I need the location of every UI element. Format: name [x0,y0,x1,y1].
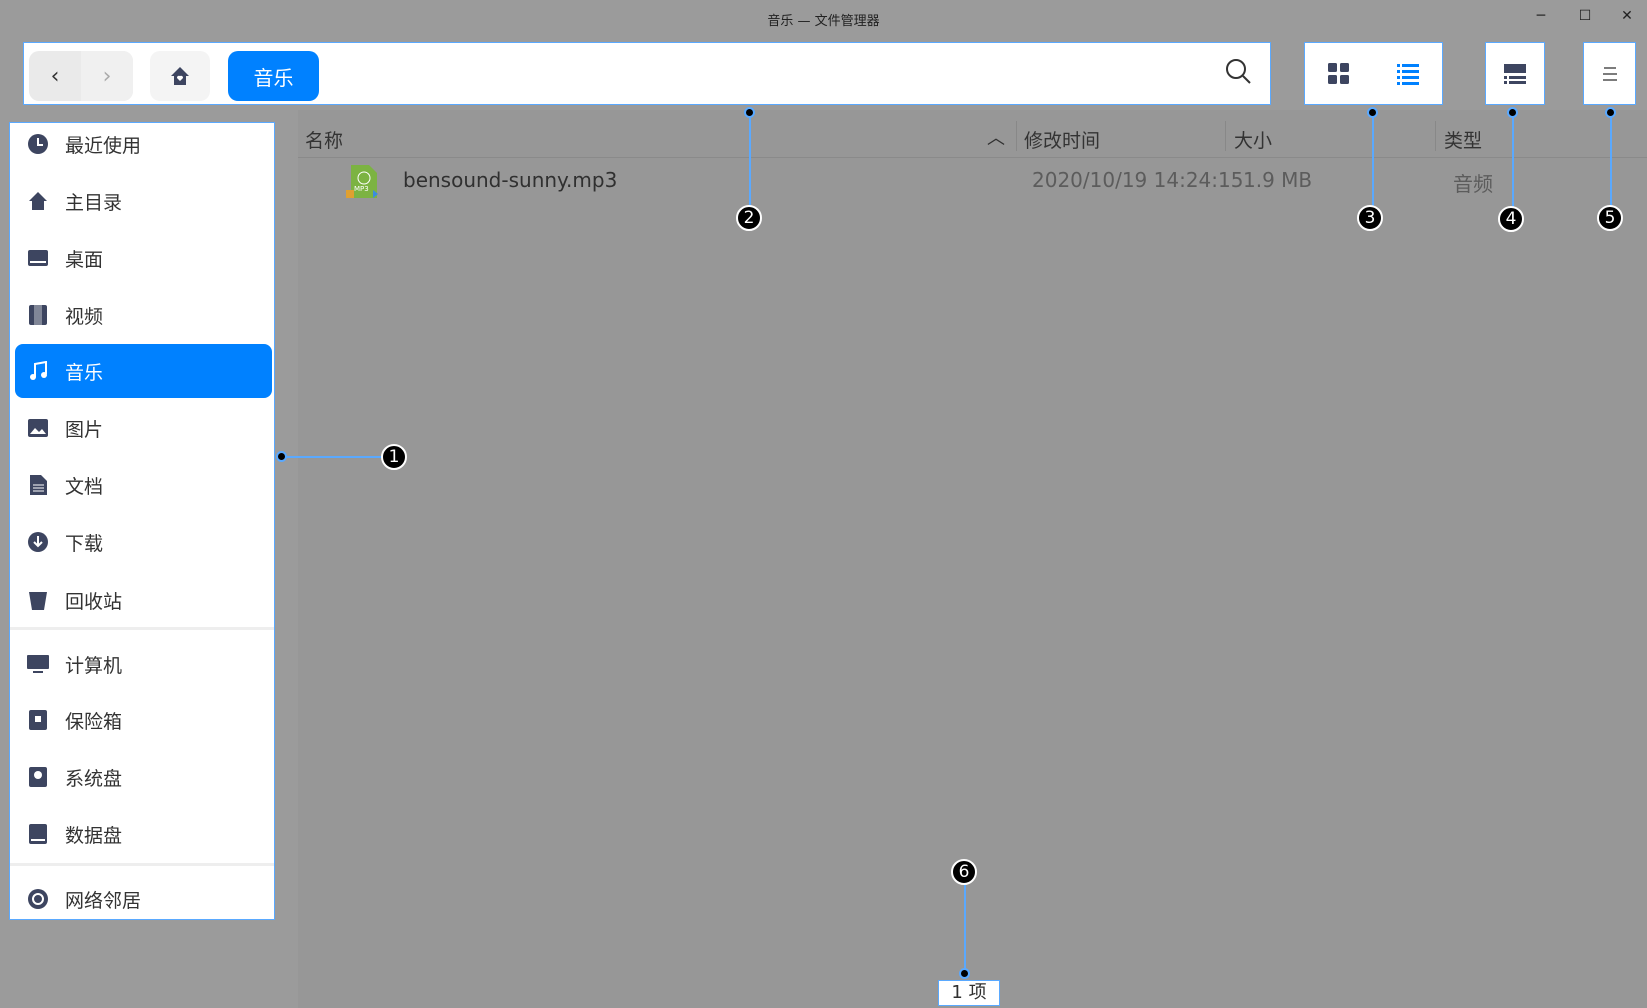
view-mode-group [1304,42,1443,105]
sidebar-item-label: 桌面 [65,248,104,271]
menu-icon [1602,66,1617,81]
sidebar-item-videos[interactable]: 视频 [15,288,272,342]
callout-6: 6 [951,859,977,885]
data-disk-icon [27,823,49,845]
column-header-size[interactable]: 大小 [1234,126,1272,153]
callout-anchor [1605,107,1616,118]
sidebar-item-computer[interactable]: 计算机 [15,637,272,691]
maximize-button[interactable]: ☐ [1570,8,1600,28]
sidebar: 最近使用 主目录 桌面 视频 音乐 图片 文档 下载 回收站 计算机 保险箱 系… [9,122,275,920]
callout-anchor [744,107,755,118]
callout-anchor [959,968,970,979]
sidebar-item-system-disk[interactable]: 系统盘 [15,750,272,804]
sidebar-item-label: 视频 [65,305,104,328]
column-divider[interactable] [1435,121,1436,151]
callout-anchor [1367,107,1378,118]
home-icon [171,67,189,85]
search-icon [1226,59,1251,84]
sidebar-item-label: 文档 [65,475,104,498]
grid-view-icon[interactable] [1327,62,1351,86]
sidebar-item-label: 下载 [65,532,104,555]
column-divider[interactable] [1016,121,1017,151]
search-button[interactable] [1224,57,1252,89]
sidebar-item-label: 数据盘 [65,824,123,847]
network-icon [27,888,49,910]
film-icon [27,304,49,326]
sidebar-item-desktop[interactable]: 桌面 [15,231,272,285]
callout-line [1512,112,1514,208]
sidebar-item-recent[interactable]: 最近使用 [15,117,272,171]
sidebar-item-label: 图片 [65,418,104,441]
sidebar-item-label: 音乐 [65,361,104,384]
sidebar-divider [10,627,274,630]
callout-line [1610,112,1612,208]
sort-ascending-icon[interactable]: ︿ [987,124,1005,150]
file-modified: 2020/10/19 14:24:15 [1032,168,1244,192]
sidebar-item-label: 最近使用 [65,134,142,157]
svg-text:MP3: MP3 [354,185,369,193]
mp3-file-icon: MP3 [345,164,381,204]
sidebar-divider [10,863,274,866]
sidebar-item-label: 系统盘 [65,767,123,790]
sidebar-item-trash[interactable]: 回收站 [15,573,272,627]
callout-3: 3 [1357,205,1383,231]
clock-icon [27,133,49,155]
sidebar-item-label: 保险箱 [65,710,123,733]
toolbar: ‹ › 音乐 [23,42,1271,105]
vault-icon [27,709,49,731]
main-menu-button[interactable] [1583,42,1636,105]
list-view-icon[interactable] [1396,62,1420,86]
sidebar-item-downloads[interactable]: 下载 [15,515,272,569]
sidebar-item-label: 主目录 [65,191,123,214]
desktop-icon [27,247,49,269]
forward-button[interactable]: › [81,51,133,101]
sidebar-item-vault[interactable]: 保险箱 [15,693,272,747]
image-icon [27,417,49,439]
sidebar-item-data-disk[interactable]: 数据盘 [15,807,272,861]
callout-line [281,456,391,458]
file-size: 1.9 MB [1243,168,1313,192]
column-header-type[interactable]: 类型 [1444,126,1482,153]
column-header-name[interactable]: 名称 [305,126,343,153]
header-divider [298,157,1647,158]
callout-1: 1 [381,444,407,470]
music-icon [27,360,49,382]
computer-icon [27,653,49,675]
home-icon [27,190,49,212]
file-type: 音频 [1453,172,1493,196]
sidebar-item-music[interactable]: 音乐 [15,344,272,398]
back-button[interactable]: ‹ [29,51,81,101]
callout-anchor [276,451,287,462]
column-header-modified[interactable]: 修改时间 [1024,126,1100,153]
sidebar-item-label: 网络邻居 [65,889,142,912]
callout-line [1372,112,1374,208]
sidebar-item-label: 计算机 [65,654,123,677]
status-bar-count: 1 项 [938,980,1000,1006]
callout-anchor [1507,107,1518,118]
window-title: 音乐 — 文件管理器 [767,14,880,29]
trash-icon [27,589,49,611]
breadcrumb-music[interactable]: 音乐 [228,51,319,101]
home-button[interactable] [150,51,210,101]
download-icon [27,531,49,553]
sidebar-item-documents[interactable]: 文档 [15,458,272,512]
callout-4: 4 [1498,206,1524,232]
callout-line [964,880,966,972]
file-name: bensound-sunny.mp3 [403,168,618,192]
sidebar-item-home[interactable]: 主目录 [15,174,272,228]
sidebar-item-network[interactable]: 网络邻居 [15,872,272,926]
detail-view-button[interactable] [1485,42,1545,105]
sidebar-item-pictures[interactable]: 图片 [15,401,272,455]
minimize-button[interactable]: ─ [1526,8,1556,28]
detail-panel-icon [1504,63,1526,84]
system-disk-icon [27,766,49,788]
callout-line [749,112,751,208]
callout-2: 2 [736,205,762,231]
column-divider[interactable] [1225,121,1226,151]
document-icon [27,474,49,496]
callout-5: 5 [1597,205,1623,231]
nav-buttons: ‹ › [29,51,133,101]
close-button[interactable]: ✕ [1612,8,1642,28]
sidebar-item-label: 回收站 [65,590,123,613]
